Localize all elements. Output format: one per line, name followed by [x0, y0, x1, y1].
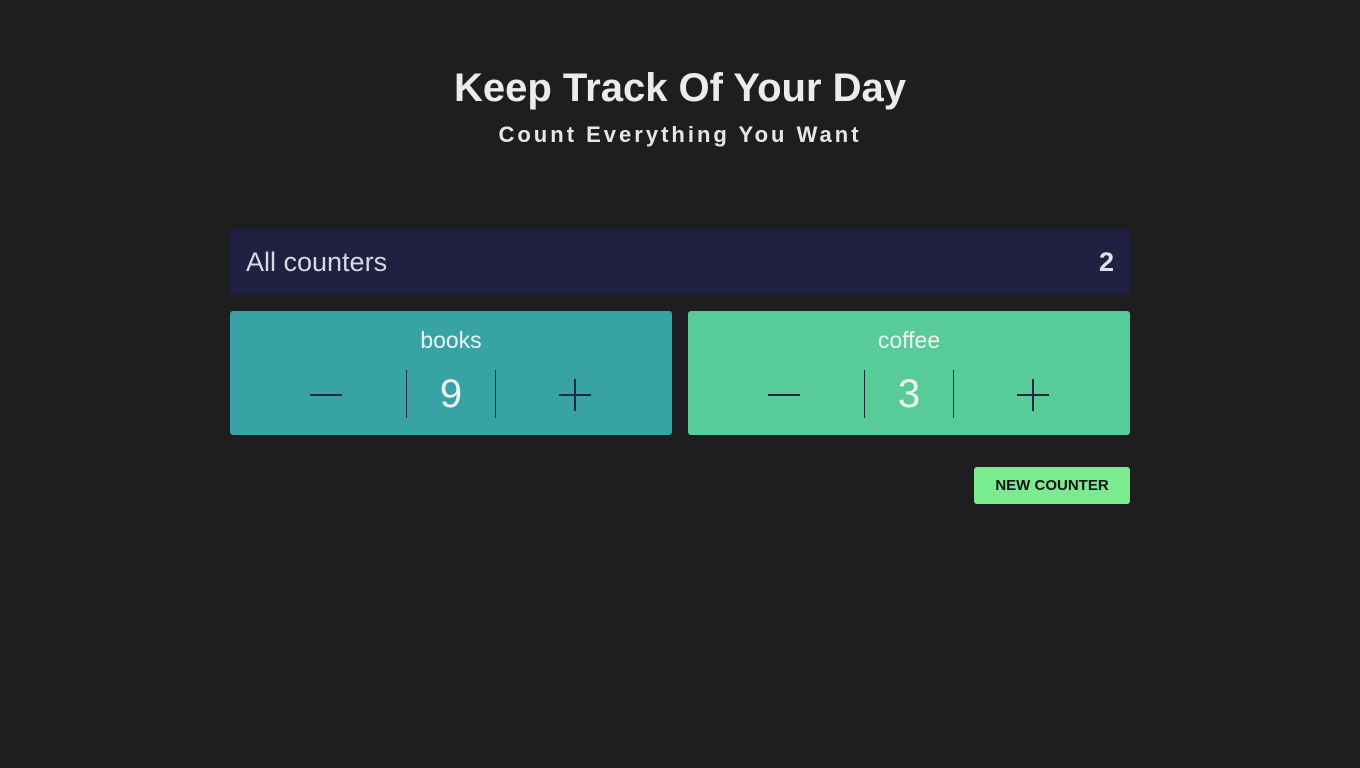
decrement-button[interactable]	[230, 370, 406, 418]
header: Keep Track Of Your Day Count Everything …	[0, 64, 1360, 148]
plus-icon	[559, 379, 591, 411]
page-title: Keep Track Of Your Day	[453, 66, 907, 110]
new-counter-button[interactable]: NEW COUNTER	[974, 467, 1130, 504]
increment-button[interactable]	[954, 370, 1130, 418]
increment-button[interactable]	[496, 370, 672, 418]
plus-icon	[1017, 379, 1049, 411]
summary-label: All counters	[246, 246, 388, 277]
app-page: Keep Track Of Your Day Count Everything …	[0, 0, 1360, 768]
counter-card-books: books 9	[230, 311, 672, 435]
counter-card-coffee: coffee 3	[688, 311, 1130, 435]
counter-list: books 9 coffee 3	[230, 311, 1130, 435]
counter-controls: 9	[230, 370, 672, 418]
minus-icon	[768, 394, 800, 396]
minus-icon	[310, 394, 342, 396]
summary-count: 2	[1098, 246, 1114, 277]
page-subtitle: Count Everything You Want	[498, 122, 862, 147]
counter-value: 9	[439, 372, 463, 416]
decrement-button[interactable]	[688, 370, 864, 418]
counter-value: 3	[897, 372, 921, 416]
counter-name: books	[420, 327, 482, 353]
counter-name: coffee	[877, 327, 941, 353]
counters-summary-bar: All counters 2	[230, 229, 1130, 295]
counter-controls: 3	[688, 370, 1130, 418]
